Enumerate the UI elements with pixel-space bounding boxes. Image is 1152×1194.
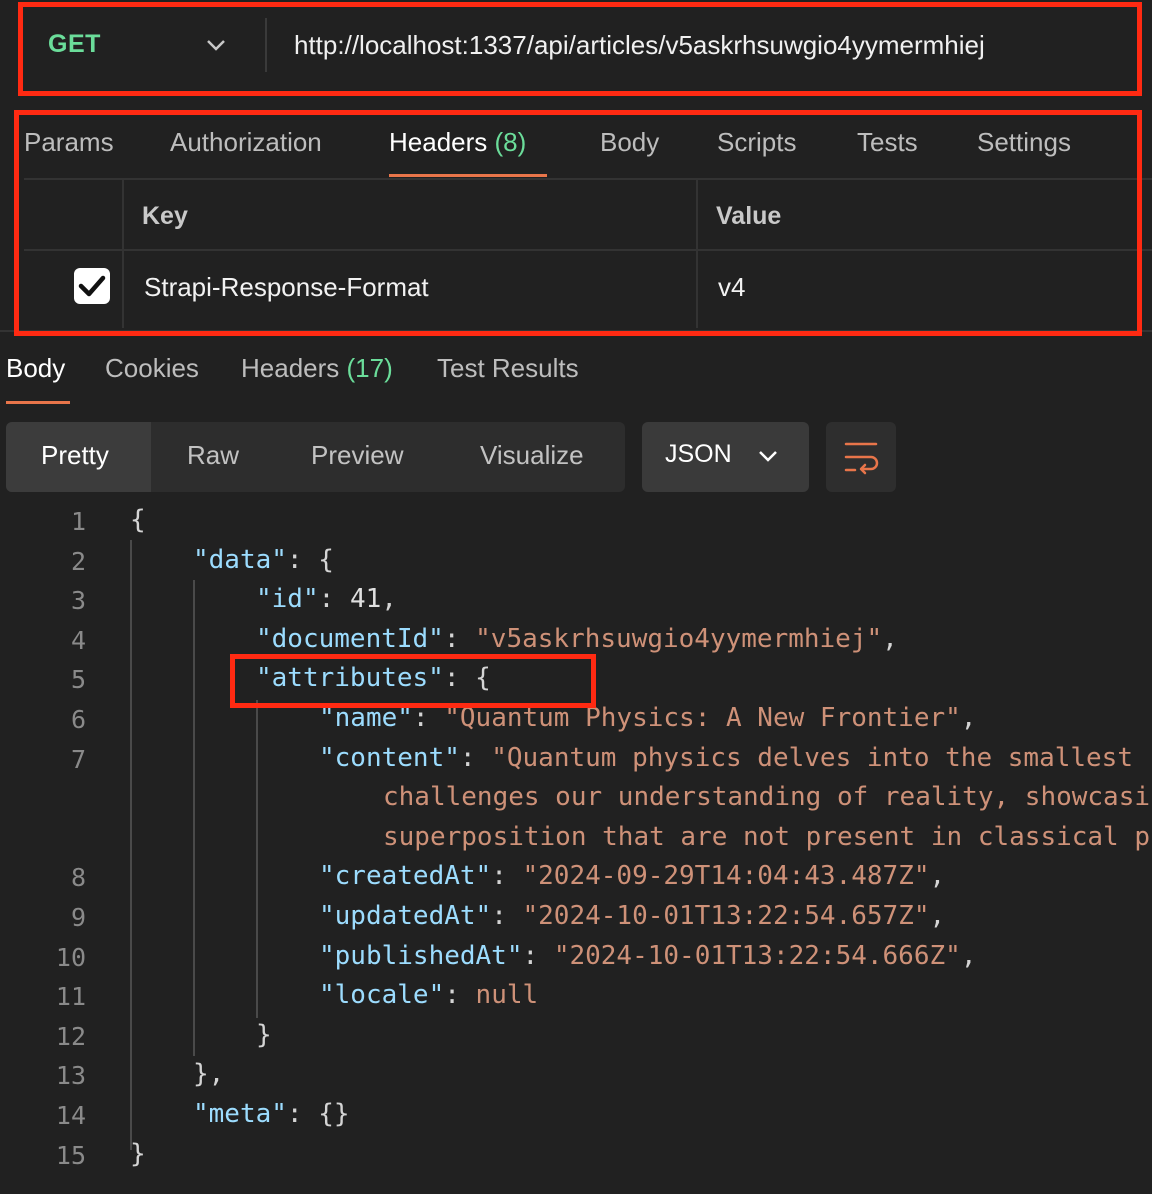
- line-number: 2: [70, 547, 86, 576]
- code-line: "createdAt": "2024-09-29T14:04:43.487Z",: [319, 861, 946, 891]
- line-number: 9: [70, 903, 86, 932]
- code-line: "meta": {}: [193, 1099, 350, 1129]
- highlight-box-request-bar: [18, 2, 1142, 96]
- indent-guide: [193, 580, 195, 1056]
- wrap-lines-button[interactable]: [826, 422, 896, 492]
- response-tab-headers-count: (17): [346, 353, 393, 383]
- line-number: 1: [70, 507, 86, 536]
- highlight-box-attributes: [230, 654, 596, 708]
- code-line: challenges our understanding of reality,…: [383, 782, 1151, 812]
- highlight-box-headers: [14, 110, 1142, 336]
- code-line: },: [193, 1059, 225, 1089]
- line-number: 11: [55, 982, 86, 1011]
- code-line: "data": {: [193, 545, 334, 575]
- line-number: 5: [70, 665, 86, 694]
- code-line: }: [256, 1020, 272, 1050]
- view-preview-button[interactable]: Preview: [311, 440, 403, 471]
- line-number: 10: [55, 943, 86, 972]
- code-line: "content": "Quantum physics delves into …: [319, 743, 1133, 773]
- response-active-tab-indicator: [6, 401, 70, 404]
- response-tab-headers-label: Headers: [241, 353, 340, 383]
- line-number: 3: [70, 586, 86, 615]
- indent-guide: [256, 700, 258, 1018]
- code-line: "publishedAt": "2024-10-01T13:22:54.666Z…: [319, 941, 977, 971]
- line-number: 15: [55, 1141, 86, 1170]
- view-visualize-button[interactable]: Visualize: [480, 440, 584, 471]
- code-line: {: [130, 505, 146, 535]
- code-line: "locale": null: [319, 980, 539, 1010]
- line-number: 8: [70, 863, 86, 892]
- line-number: 13: [55, 1061, 86, 1090]
- format-dropdown-label: JSON: [665, 440, 732, 468]
- response-tab-test-results[interactable]: Test Results: [437, 353, 579, 384]
- code-line: "documentId": "v5askrhsuwgio4yymermhiej"…: [256, 624, 898, 654]
- line-number: 7: [70, 745, 86, 774]
- code-line: }: [130, 1139, 146, 1169]
- response-tab-cookies[interactable]: Cookies: [105, 353, 199, 384]
- view-raw-button[interactable]: Raw: [187, 440, 239, 471]
- line-number: 4: [70, 626, 86, 655]
- line-number: 14: [55, 1101, 86, 1130]
- response-tab-headers[interactable]: Headers (17): [241, 353, 393, 384]
- code-line: "id": 41,: [256, 584, 397, 614]
- response-tab-body[interactable]: Body: [6, 353, 65, 384]
- line-number: 6: [70, 705, 86, 734]
- indent-guide: [130, 540, 132, 1150]
- view-pretty-button[interactable]: Pretty: [41, 440, 109, 471]
- line-number: 12: [55, 1022, 86, 1051]
- code-line: "updatedAt": "2024-10-01T13:22:54.657Z",: [319, 901, 946, 931]
- chevron-down-icon: [759, 451, 777, 462]
- code-line: superposition that are not present in cl…: [383, 822, 1151, 852]
- wrap-lines-icon: [844, 442, 879, 475]
